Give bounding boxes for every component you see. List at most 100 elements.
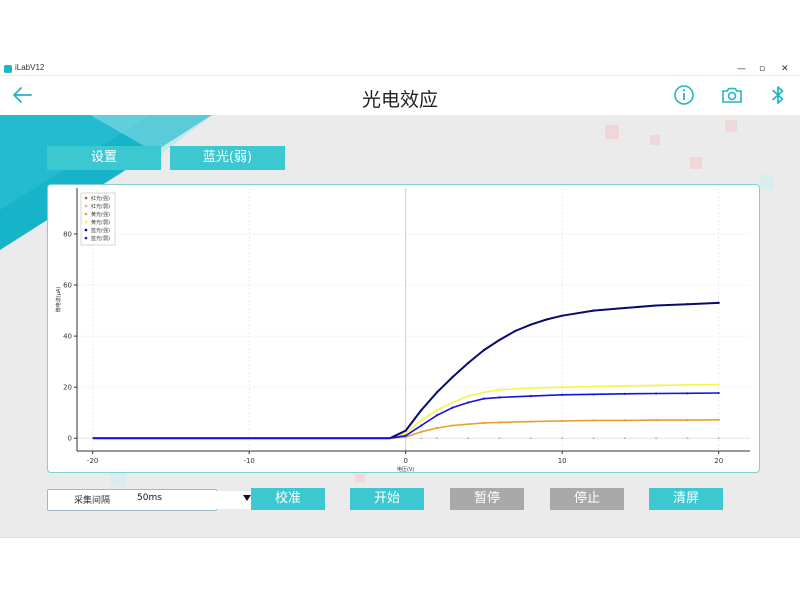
x-tick-label: 10	[558, 457, 567, 465]
legend-label: 红光(弱)	[91, 203, 110, 210]
window-titlebar: iLabV12 — ▫ ✕	[0, 62, 800, 76]
data-point	[623, 437, 626, 440]
legend-marker	[84, 236, 88, 240]
data-point	[592, 385, 595, 388]
data-point	[529, 387, 532, 390]
legend-marker	[84, 196, 88, 200]
x-tick-label: 20	[714, 457, 723, 465]
data-point	[561, 393, 564, 396]
legend-label: 蓝光(强)	[91, 227, 110, 234]
data-point	[561, 386, 564, 389]
data-point	[545, 318, 548, 321]
x-tick-label: -10	[243, 457, 254, 465]
bottom-area	[0, 537, 800, 600]
calibrate-button[interactable]: 校准	[251, 488, 325, 510]
data-point	[420, 419, 423, 422]
legend-label: 红光(强)	[91, 195, 110, 202]
data-point	[592, 437, 595, 440]
iv-chart: -20 -10 0 10 20 0 20 40 60 80 电压(V) 微电流(μA) 红光(强)红光(…	[55, 188, 750, 472]
info-icon[interactable]	[672, 83, 696, 107]
y-axis-title: 微电流(μA)	[55, 287, 62, 313]
data-point	[654, 304, 658, 307]
legend-marker	[84, 220, 88, 224]
data-point	[451, 424, 454, 427]
data-point	[482, 397, 486, 400]
close-button[interactable]: ✕	[781, 63, 789, 75]
data-point	[404, 432, 407, 435]
legend-marker	[84, 228, 88, 232]
data-point	[623, 392, 626, 395]
data-point	[529, 420, 532, 423]
data-point	[592, 419, 595, 422]
data-point	[514, 329, 517, 333]
data-point	[592, 309, 595, 312]
start-button[interactable]: 开始	[350, 488, 424, 510]
data-point	[467, 395, 470, 398]
data-point	[686, 303, 689, 306]
legend-marker	[84, 204, 88, 208]
data-point	[686, 419, 689, 422]
legend-label: 黄光(弱)	[91, 219, 110, 226]
x-tick-label: 0	[403, 457, 407, 465]
data-point	[435, 391, 439, 394]
pause-button[interactable]: 暂停	[450, 488, 524, 510]
data-point	[654, 419, 658, 422]
data-point	[623, 384, 626, 387]
clear-button[interactable]: 清屏	[649, 488, 723, 510]
data-point	[498, 437, 501, 440]
data-point	[467, 437, 470, 440]
legend-label: 蓝光(弱)	[91, 235, 110, 242]
data-point	[498, 421, 501, 424]
chevron-down-icon	[243, 495, 251, 501]
x-tick-label: -20	[87, 457, 98, 465]
settings-button[interactable]: 设置	[47, 146, 161, 170]
data-point	[420, 409, 423, 412]
data-point	[717, 437, 720, 440]
app-name: iLabV12	[15, 63, 45, 72]
y-tick-label: 0	[68, 435, 72, 443]
data-point	[717, 383, 720, 386]
interval-label: 采集间隔	[74, 496, 111, 506]
legend-label: 黄光(强)	[91, 211, 110, 218]
app-header: 光电效应	[0, 77, 800, 115]
x-axis-title: 电压(V)	[397, 466, 414, 472]
camera-icon[interactable]	[720, 83, 744, 107]
maximize-button[interactable]: ▫	[759, 63, 765, 75]
data-point	[498, 388, 501, 391]
data-point	[686, 383, 689, 386]
data-point	[498, 338, 501, 342]
data-point	[623, 306, 626, 310]
data-point	[654, 392, 658, 395]
data-point	[451, 375, 454, 379]
interval-value: 50ms	[137, 493, 162, 503]
y-tick-label: 80	[63, 230, 72, 238]
data-point	[686, 437, 689, 440]
data-point	[436, 437, 438, 440]
data-point	[467, 361, 470, 365]
data-point	[529, 323, 532, 326]
data-point	[592, 393, 595, 396]
light-source-button[interactable]: 蓝光(弱)	[170, 146, 285, 170]
data-point	[717, 301, 720, 305]
bluetooth-icon[interactable]	[766, 83, 790, 107]
data-point	[467, 401, 470, 404]
data-point	[561, 437, 564, 440]
legend-marker	[84, 212, 88, 216]
y-tick-label: 40	[63, 333, 72, 341]
data-point	[467, 423, 470, 426]
data-point	[451, 406, 454, 409]
data-point	[420, 437, 423, 440]
app-logo-icon	[4, 65, 12, 73]
data-point	[482, 391, 486, 394]
data-point	[561, 419, 564, 422]
data-point	[498, 396, 501, 399]
data-point	[482, 421, 486, 425]
minimize-button[interactable]: —	[737, 63, 746, 75]
interval-select[interactable]: 50ms	[135, 491, 255, 509]
data-point	[686, 392, 689, 395]
data-point	[420, 430, 423, 433]
data-point	[655, 437, 657, 440]
data-point	[404, 434, 407, 437]
stop-button[interactable]: 停止	[550, 488, 624, 510]
data-point	[623, 419, 626, 422]
